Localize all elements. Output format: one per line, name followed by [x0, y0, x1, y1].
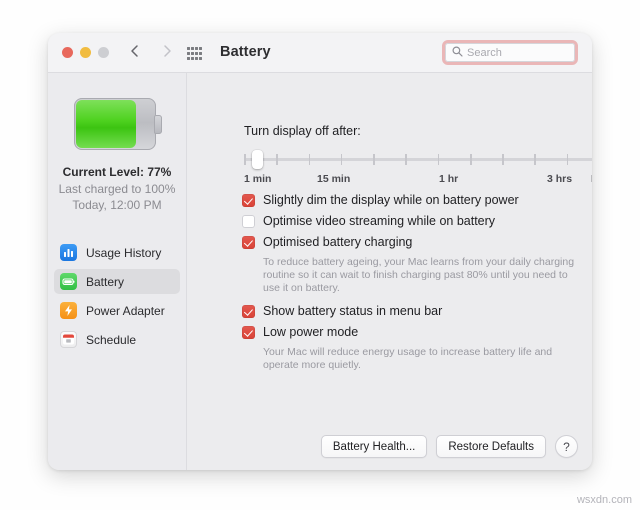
- window-titlebar: Battery Search: [48, 33, 592, 73]
- watermark: wsxdn.com: [576, 494, 632, 506]
- battery-status-text: Current Level: 77% Last charged to 100% …: [48, 165, 186, 212]
- slider-tick: [244, 154, 246, 165]
- footer-buttons: Battery Health... Restore Defaults ?: [320, 435, 578, 458]
- slider-tick: [469, 154, 472, 165]
- slider-label-1min: 1 min: [244, 173, 272, 185]
- sidebar: Current Level: 77% Last charged to 100% …: [48, 73, 187, 470]
- option-label: Optimised battery charging: [263, 235, 413, 249]
- traffic-lights: [62, 47, 109, 58]
- close-button[interactable]: [62, 47, 73, 58]
- navigation-buttons: [128, 44, 174, 58]
- main-pane: Turn display off after: 1 min 15 min 1 h…: [187, 73, 592, 470]
- sidebar-nav-list: Usage History Battery Power Adapter Sche…: [54, 240, 180, 356]
- search-icon: [452, 44, 463, 62]
- slider-tick: [340, 154, 343, 165]
- options-list: Slightly dim the display while on batter…: [242, 193, 578, 381]
- option-label: Optimise video streaming while on batter…: [263, 214, 496, 228]
- option-row-optimise-video[interactable]: Optimise video streaming while on batter…: [242, 214, 578, 228]
- slider-tick: [502, 154, 504, 165]
- option-help-optimised-charging: To reduce battery ageing, your Mac learn…: [263, 256, 575, 294]
- slider-tick: [373, 154, 375, 165]
- slider-tick: [566, 154, 569, 165]
- power-adapter-icon: [60, 302, 77, 319]
- page-root: Battery Search Current Level: 77% Last c…: [0, 0, 640, 510]
- window-title: Battery: [220, 44, 271, 60]
- zoom-button: [98, 47, 109, 58]
- usage-history-icon: [60, 244, 77, 261]
- search-field-focus-ring: Search: [442, 40, 578, 65]
- option-label: Show battery status in menu bar: [263, 304, 443, 318]
- option-label: Slightly dim the display while on batter…: [263, 193, 519, 207]
- battery-fill: [76, 100, 137, 148]
- checkbox-low-power-mode[interactable]: [242, 326, 255, 339]
- last-charged-time: Today, 12:00 PM: [72, 198, 162, 212]
- option-row-low-power-mode[interactable]: Low power mode: [242, 325, 578, 339]
- option-label: Low power mode: [263, 325, 359, 339]
- show-all-grid-icon[interactable]: [187, 47, 202, 60]
- option-help-low-power-mode: Your Mac will reduce energy usage to inc…: [263, 346, 553, 371]
- chevron-left-icon[interactable]: [128, 44, 142, 58]
- restore-defaults-button[interactable]: Restore Defaults: [436, 435, 546, 458]
- sidebar-item-schedule[interactable]: Schedule: [54, 327, 180, 352]
- display-sleep-slider[interactable]: 1 min 15 min 1 hr 3 hrs Never: [244, 147, 592, 185]
- schedule-calendar-icon: [60, 331, 77, 348]
- checkbox-menu-bar-status[interactable]: [242, 305, 255, 318]
- slider-thumb[interactable]: [252, 150, 263, 169]
- checkbox-dim-display[interactable]: [242, 194, 255, 207]
- help-button[interactable]: ?: [555, 435, 578, 458]
- battery-body: [74, 98, 156, 150]
- sidebar-item-battery[interactable]: Battery: [54, 269, 180, 294]
- option-row-optimised-charging[interactable]: Optimised battery charging: [242, 235, 578, 249]
- battery-cap: [154, 115, 162, 134]
- search-placeholder: Search: [467, 46, 502, 59]
- option-row-menu-bar-status[interactable]: Show battery status in menu bar: [242, 304, 578, 318]
- chevron-right-icon: [160, 44, 174, 58]
- last-charged-label: Last charged to 100%: [58, 182, 176, 196]
- sidebar-item-label: Battery: [86, 274, 125, 289]
- battery-icon: [60, 273, 77, 290]
- slider-tick: [308, 154, 311, 165]
- battery-level-graphic: [74, 98, 162, 150]
- slider-tick: [405, 154, 407, 165]
- search-input[interactable]: Search: [445, 43, 575, 62]
- slider-tick: [276, 154, 278, 165]
- minimize-button[interactable]: [80, 47, 91, 58]
- slider-tick: [534, 154, 537, 165]
- slider-label-1hr: 1 hr: [439, 173, 459, 185]
- slider-track: [244, 158, 592, 161]
- sidebar-item-label: Usage History: [86, 245, 162, 260]
- slider-section-title: Turn display off after:: [244, 124, 361, 138]
- slider-label-15min: 15 min: [317, 173, 351, 185]
- sidebar-item-label: Schedule: [86, 332, 137, 347]
- slider-label-never: Never: [591, 173, 592, 185]
- current-level-label: Current Level: 77%: [62, 165, 172, 179]
- sidebar-item-usage-history[interactable]: Usage History: [54, 240, 180, 265]
- sidebar-item-power-adapter[interactable]: Power Adapter: [54, 298, 180, 323]
- checkbox-optimised-charging[interactable]: [242, 236, 255, 249]
- slider-tick: [437, 154, 440, 165]
- battery-preferences-window: Battery Search Current Level: 77% Last c…: [48, 33, 592, 470]
- battery-health-button[interactable]: Battery Health...: [320, 435, 428, 458]
- slider-label-3hrs: 3 hrs: [547, 173, 573, 185]
- sidebar-item-label: Power Adapter: [86, 303, 165, 318]
- checkbox-optimise-video[interactable]: [242, 215, 255, 228]
- option-row-dim-display[interactable]: Slightly dim the display while on batter…: [242, 193, 578, 207]
